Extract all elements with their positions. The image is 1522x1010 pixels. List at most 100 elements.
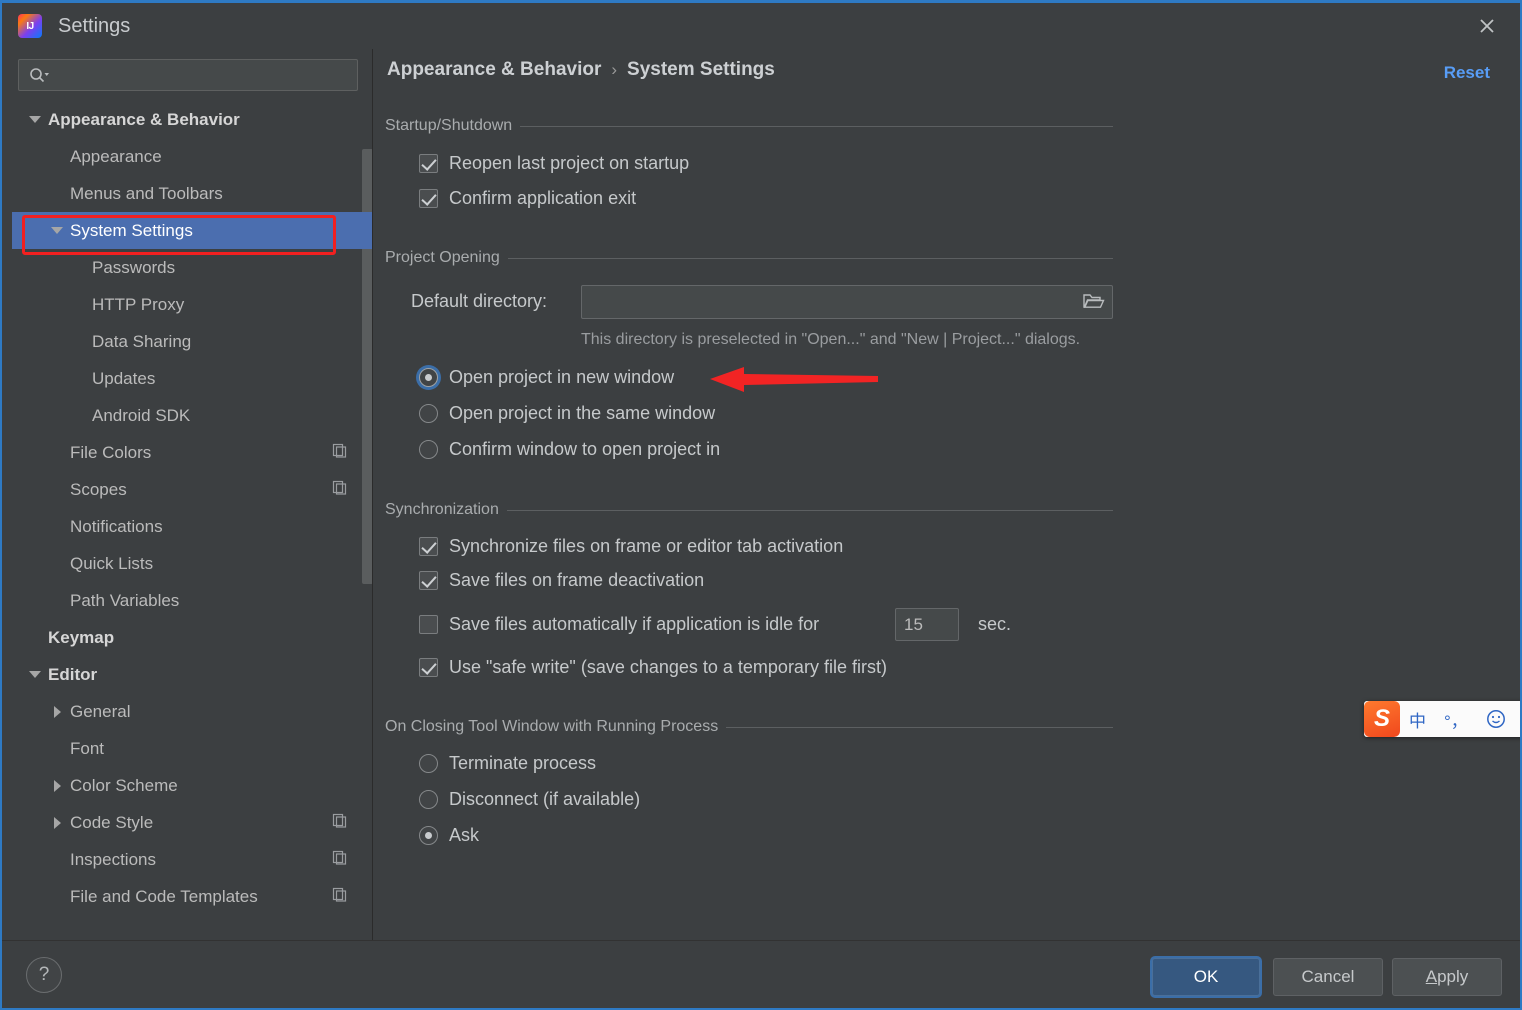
default-directory-field-wrap bbox=[581, 285, 1113, 319]
chevron-right-icon[interactable] bbox=[48, 816, 66, 829]
checkbox-box[interactable] bbox=[419, 658, 438, 677]
checkbox-save-files-automatically-idle[interactable]: Save files automatically if application … bbox=[419, 614, 819, 635]
default-directory-input[interactable] bbox=[581, 285, 1113, 319]
chevron-down-glyph bbox=[29, 116, 41, 123]
sidebar-item-label: Appearance bbox=[70, 146, 162, 166]
chevron-down-icon[interactable] bbox=[26, 116, 44, 123]
settings-dialog: Settings Appearance & BehaviorAppearance… bbox=[0, 0, 1522, 1010]
checkbox-box[interactable] bbox=[419, 537, 438, 556]
search-input[interactable] bbox=[50, 67, 357, 83]
checkbox-box[interactable] bbox=[419, 154, 438, 173]
idle-seconds-input[interactable] bbox=[895, 608, 959, 641]
sidebar-item-keymap[interactable]: Keymap bbox=[12, 619, 372, 656]
sidebar-item-file-and-code-templates[interactable]: File and Code Templates bbox=[12, 878, 372, 915]
copy-settings-icon[interactable] bbox=[332, 480, 347, 500]
sidebar-item-passwords[interactable]: Passwords bbox=[12, 249, 372, 286]
checkbox-label: Confirm application exit bbox=[449, 188, 637, 208]
sogou-logo-icon[interactable]: S bbox=[1364, 701, 1400, 737]
sidebar-item-quick-lists[interactable]: Quick Lists bbox=[12, 545, 372, 582]
chevron-down-icon[interactable] bbox=[26, 671, 44, 678]
radio-label: Open project in the same window bbox=[449, 403, 716, 423]
radio-circle[interactable] bbox=[419, 826, 438, 845]
language-mode-chinese-icon[interactable]: 中 bbox=[1400, 707, 1435, 732]
chevron-right-glyph bbox=[53, 705, 61, 718]
apply-button[interactable]: Apply bbox=[1392, 958, 1502, 996]
sidebar-item-label: Appearance & Behavior bbox=[48, 109, 240, 129]
copy-settings-icon[interactable] bbox=[332, 443, 347, 463]
checkbox-confirm-application-exit[interactable]: Confirm application exit bbox=[419, 188, 636, 209]
chevron-down-icon[interactable] bbox=[48, 227, 66, 234]
search-box[interactable] bbox=[18, 59, 358, 91]
radio-label: Disconnect (if available) bbox=[449, 789, 641, 809]
copy-settings-icon[interactable] bbox=[332, 850, 347, 870]
microphone-icon[interactable] bbox=[1515, 709, 1520, 729]
sidebar-item-label: General bbox=[70, 701, 131, 721]
chevron-down-glyph bbox=[29, 671, 41, 678]
search-icon bbox=[28, 67, 50, 83]
radio-disconnect-if-available[interactable]: Disconnect (if available) bbox=[419, 789, 640, 810]
checkbox-box[interactable] bbox=[419, 571, 438, 590]
sidebar-item-code-style[interactable]: Code Style bbox=[12, 804, 372, 841]
chevron-right-icon[interactable] bbox=[48, 779, 66, 792]
sidebar-item-updates[interactable]: Updates bbox=[12, 360, 372, 397]
sidebar-item-font[interactable]: Font bbox=[12, 730, 372, 767]
sidebar-item-scopes[interactable]: Scopes bbox=[12, 471, 372, 508]
default-directory-hint: This directory is preselected in "Open..… bbox=[581, 331, 1081, 348]
sidebar-item-editor[interactable]: Editor bbox=[12, 656, 372, 693]
breadcrumb-root[interactable]: Appearance & Behavior bbox=[387, 59, 601, 81]
copy-settings-icon[interactable] bbox=[332, 887, 347, 907]
chevron-right-glyph bbox=[53, 779, 61, 792]
sidebar-item-file-colors[interactable]: File Colors bbox=[12, 434, 372, 471]
section-title-synchronization: Synchronization bbox=[385, 501, 499, 518]
help-button[interactable]: ? bbox=[26, 957, 62, 993]
radio-label: Confirm window to open project in bbox=[449, 439, 721, 459]
close-icon[interactable] bbox=[1472, 11, 1502, 41]
sidebar-item-http-proxy[interactable]: HTTP Proxy bbox=[12, 286, 372, 323]
sidebar-item-notifications[interactable]: Notifications bbox=[12, 508, 372, 545]
checkbox-synchronize-files-on-activation[interactable]: Synchronize files on frame or editor tab… bbox=[419, 536, 843, 557]
radio-confirm-window-to-open-project-in[interactable]: Confirm window to open project in bbox=[419, 439, 720, 460]
checkbox-reopen-last-project[interactable]: Reopen last project on startup bbox=[419, 153, 689, 174]
emoji-icon[interactable] bbox=[1477, 709, 1515, 729]
checkbox-use-safe-write[interactable]: Use "safe write" (save changes to a temp… bbox=[419, 657, 887, 678]
sidebar-item-android-sdk[interactable]: Android SDK bbox=[12, 397, 372, 434]
checkbox-save-files-on-frame-deactivation[interactable]: Save files on frame deactivation bbox=[419, 570, 704, 591]
folder-icon[interactable] bbox=[1083, 292, 1105, 315]
sidebar-item-general[interactable]: General bbox=[12, 693, 372, 730]
checkbox-label: Use "safe write" (save changes to a temp… bbox=[449, 657, 887, 677]
sidebar-item-appearance-behavior[interactable]: Appearance & Behavior bbox=[12, 101, 372, 138]
radio-circle[interactable] bbox=[419, 790, 438, 809]
sidebar-item-system-settings[interactable]: System Settings bbox=[12, 212, 372, 249]
radio-label: Ask bbox=[449, 825, 480, 845]
sidebar-item-appearance[interactable]: Appearance bbox=[12, 138, 372, 175]
sidebar-item-label: Menus and Toolbars bbox=[70, 183, 223, 203]
radio-circle[interactable] bbox=[419, 440, 438, 459]
sidebar-item-label: System Settings bbox=[70, 220, 193, 240]
radio-circle[interactable] bbox=[419, 368, 438, 387]
sidebar-item-label: Notifications bbox=[70, 516, 163, 536]
copy-settings-icon[interactable] bbox=[332, 813, 347, 833]
sidebar-item-inspections[interactable]: Inspections bbox=[12, 841, 372, 878]
settings-tree: Appearance & Behavior Appearance Menus and… bbox=[12, 101, 372, 941]
radio-label: Terminate process bbox=[449, 753, 597, 773]
punctuation-mode-icon[interactable]: °， bbox=[1435, 707, 1477, 732]
sidebar-item-menus-and-toolbars[interactable]: Menus and Toolbars bbox=[12, 175, 372, 212]
sidebar-item-label: Quick Lists bbox=[70, 553, 154, 573]
checkbox-box[interactable] bbox=[419, 615, 438, 634]
radio-ask[interactable]: Ask bbox=[419, 825, 479, 846]
ok-button[interactable]: OK bbox=[1152, 958, 1260, 996]
sidebar-item-data-sharing[interactable]: Data Sharing bbox=[12, 323, 372, 360]
section-rule bbox=[726, 726, 1113, 728]
radio-terminate-process[interactable]: Terminate process bbox=[419, 753, 596, 774]
cancel-button[interactable]: Cancel bbox=[1273, 958, 1383, 996]
radio-circle[interactable] bbox=[419, 404, 438, 423]
sidebar-item-color-scheme[interactable]: Color Scheme bbox=[12, 767, 372, 804]
checkbox-box[interactable] bbox=[419, 189, 438, 208]
radio-open-project-same-window[interactable]: Open project in the same window bbox=[419, 403, 715, 424]
radio-open-project-new-window[interactable]: Open project in new window bbox=[419, 367, 674, 388]
sidebar-item-label: File and Code Templates bbox=[70, 886, 258, 906]
chevron-right-icon[interactable] bbox=[48, 705, 66, 718]
sidebar-item-path-variables[interactable]: Path Variables bbox=[12, 582, 372, 619]
reset-link[interactable]: Reset bbox=[1444, 63, 1490, 83]
radio-circle[interactable] bbox=[419, 754, 438, 773]
